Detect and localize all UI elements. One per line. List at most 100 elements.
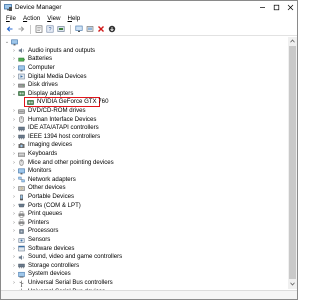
expand-chevron-icon[interactable]: › <box>11 253 17 261</box>
tree-category-item[interactable]: › Audio inputs and outputs <box>11 47 95 56</box>
tree-category-item[interactable]: › Storage controllers <box>11 262 79 271</box>
scroll-up-arrow-icon[interactable] <box>288 37 297 45</box>
expand-chevron-icon[interactable]: › <box>11 202 17 210</box>
scan-hardware-icon[interactable] <box>74 25 83 34</box>
menu-help[interactable]: Help <box>68 15 81 22</box>
expand-chevron-icon[interactable]: › <box>11 133 17 141</box>
expand-chevron-icon[interactable]: › <box>11 184 17 192</box>
close-button[interactable] <box>283 1 297 13</box>
tree-category-item[interactable]: › Batteries <box>11 55 52 64</box>
printer-icon <box>18 219 25 226</box>
tree-category-item[interactable]: › Print queues <box>11 210 62 219</box>
expand-chevron-icon[interactable]: › <box>11 245 17 253</box>
tree-category-item[interactable]: › IDE ATA/ATAPI controllers <box>11 124 99 133</box>
expand-chevron-icon[interactable]: › <box>11 116 17 124</box>
expand-chevron-icon[interactable]: › <box>11 270 17 278</box>
expand-chevron-icon[interactable]: › <box>11 210 17 218</box>
expand-chevron-icon[interactable]: › <box>11 124 17 132</box>
tree-category-item[interactable]: › Sound, video and game controllers <box>11 253 122 262</box>
tree-category-item[interactable]: › DVD/CD-ROM drives <box>11 107 85 116</box>
device-manager-window: Device Manager File Action View Help ? ⌄… <box>0 0 298 300</box>
status-bar <box>1 290 297 299</box>
menu-file[interactable]: File <box>6 15 16 22</box>
forward-arrow-icon[interactable] <box>16 25 25 34</box>
tree-item-label: Print queues <box>28 210 63 218</box>
expand-chevron-icon[interactable]: › <box>11 262 17 270</box>
expand-chevron-icon[interactable]: › <box>11 236 17 244</box>
tree-category-item[interactable]: › Portable Devices <box>11 193 74 202</box>
expand-chevron-icon[interactable]: › <box>11 193 17 201</box>
tree-item-label: Batteries <box>28 55 53 63</box>
properties-icon[interactable] <box>34 25 43 34</box>
expand-chevron-icon[interactable]: › <box>11 141 17 149</box>
expand-chevron-icon[interactable]: › <box>11 176 17 184</box>
tree-item-label: Imaging devices <box>28 141 73 149</box>
tree-category-item[interactable]: › Printers <box>11 219 49 228</box>
collapse-chevron-icon[interactable]: ⌄ <box>4 38 10 46</box>
tree-item-label: Network adapters <box>28 175 76 183</box>
tree-item-label: Software devices <box>28 244 75 252</box>
expand-chevron-icon[interactable]: › <box>11 159 17 167</box>
tree-category-item[interactable]: › Universal Serial Bus controllers <box>11 279 113 288</box>
update-driver-icon[interactable] <box>56 25 65 34</box>
title-bar[interactable]: Device Manager <box>1 1 297 13</box>
tree-category-item[interactable]: › Network adapters <box>11 176 76 185</box>
menu-action[interactable]: Action <box>23 15 40 22</box>
expand-chevron-icon[interactable]: › <box>11 167 17 175</box>
scrollbar-thumb[interactable] <box>289 46 296 279</box>
tree-category-item[interactable]: › Computer <box>11 64 55 73</box>
expand-chevron-icon[interactable]: › <box>11 64 17 72</box>
computer-icon[interactable] <box>85 25 94 34</box>
expand-chevron-icon[interactable]: › <box>11 55 17 63</box>
download-icon[interactable] <box>107 25 116 34</box>
tree-category-item[interactable]: › IEEE 1394 host controllers <box>11 133 100 142</box>
media-icon <box>18 73 25 80</box>
tree-root[interactable]: ⌄ <box>4 38 21 47</box>
menu-view[interactable]: View <box>47 15 60 22</box>
expand-chevron-icon[interactable]: › <box>11 107 17 115</box>
expand-chevron-icon[interactable]: › <box>11 73 17 81</box>
expand-chevron-icon[interactable]: › <box>11 279 17 287</box>
tree-category-item[interactable]: › Disk drives <box>11 81 58 90</box>
disable-device-icon[interactable] <box>96 25 105 34</box>
expand-chevron-icon[interactable]: › <box>11 47 17 55</box>
help-icon[interactable]: ? <box>45 25 54 34</box>
tree-category-item[interactable]: › Human Interface Devices <box>11 115 96 124</box>
printer-icon <box>18 211 25 218</box>
tree-category-item[interactable]: › Digital Media Devices <box>11 72 87 81</box>
tree-item-label: Computer <box>28 64 55 72</box>
device-manager-icon <box>4 3 12 11</box>
tree-item-label: Audio inputs and outputs <box>28 46 96 54</box>
tree-category-item[interactable]: › System devices <box>11 270 71 279</box>
tree-item-label: Digital Media Devices <box>28 72 87 80</box>
vertical-scrollbar[interactable] <box>288 37 297 289</box>
device-tree[interactable]: ⌄ › Audio inputs and outputs › Batteries › Co… <box>2 38 288 296</box>
tree-category-item[interactable]: › Mice and other pointing devices <box>11 158 114 167</box>
tree-category-item[interactable]: › Software devices <box>11 244 74 253</box>
tree-category-item[interactable]: › Monitors <box>11 167 51 176</box>
collapse-chevron-icon[interactable]: ⌄ <box>11 90 17 98</box>
expand-chevron-icon[interactable]: › <box>11 227 17 235</box>
expand-chevron-icon[interactable]: › <box>11 81 17 89</box>
toolbar: ? <box>1 23 297 36</box>
tree-category-item[interactable]: › Sensors <box>11 236 50 245</box>
tree-category-item[interactable]: › Keyboards <box>11 150 57 159</box>
processor-icon <box>18 228 25 235</box>
expand-chevron-icon[interactable]: › <box>11 150 17 158</box>
controller-icon <box>18 125 25 132</box>
tree-category-item[interactable]: › Ports (COM & LPT) <box>11 201 81 210</box>
maximize-button[interactable] <box>269 1 283 13</box>
tree-category-item[interactable]: › Imaging devices <box>11 141 72 150</box>
scroll-down-arrow-icon[interactable] <box>288 280 297 288</box>
monitor-icon <box>18 65 25 72</box>
tree-category-item[interactable]: › Processors <box>11 227 58 236</box>
tree-child-item[interactable]: NVIDIA GeForce GTX 760 <box>26 98 108 107</box>
tree-item-label: Processors <box>28 227 59 235</box>
back-arrow-icon[interactable] <box>5 25 14 34</box>
tree-item-label: System devices <box>28 270 71 278</box>
minimize-button[interactable] <box>255 1 269 13</box>
window-title: Device Manager <box>15 3 62 11</box>
expand-chevron-icon[interactable]: › <box>11 219 17 227</box>
tree-category-item[interactable]: ›? Other devices <box>11 184 65 193</box>
speaker-icon <box>18 47 25 54</box>
